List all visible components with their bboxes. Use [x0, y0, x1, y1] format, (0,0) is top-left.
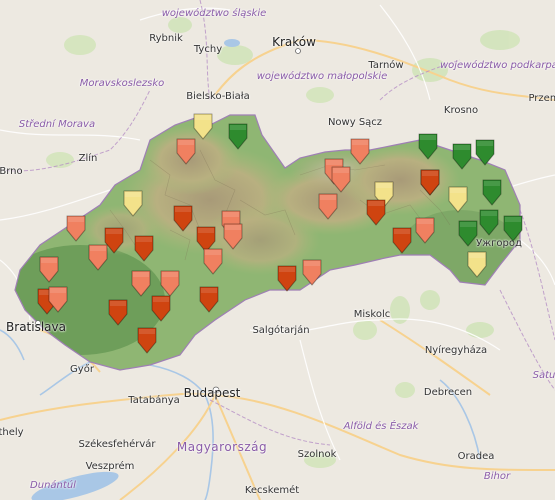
map-marker-dark-green[interactable] [451, 142, 473, 170]
map-marker-dark-green[interactable] [478, 208, 500, 236]
label-nyiregyhaza: Nyíregyháza [424, 345, 488, 356]
label-bielsko-biala: Bielsko-Biała [186, 91, 250, 102]
label-moravskoslezsko: Moravskoslezsko [79, 78, 165, 89]
map-marker-light-orange[interactable] [202, 247, 224, 275]
label-satu: Satu [532, 370, 555, 381]
label-szolnok: Szolnok [297, 449, 337, 460]
label-alfold-es-eszak: Alföld és Észak [343, 421, 419, 432]
map-marker-dark-green[interactable] [457, 219, 479, 247]
map-marker-dark-orange[interactable] [419, 168, 441, 196]
label-thely: thely [0, 427, 24, 438]
map-marker-dark-orange[interactable] [198, 285, 220, 313]
label-wojewodztwo-malopolskie: województwo małopolskie [256, 71, 388, 82]
label-debrecen: Debrecen [423, 387, 473, 398]
map-marker-light-orange[interactable] [330, 165, 352, 193]
map-marker-light-orange[interactable] [65, 214, 87, 242]
map-marker-light-orange[interactable] [222, 222, 244, 250]
map-marker-dark-green[interactable] [481, 178, 503, 206]
map-marker-light-orange[interactable] [301, 258, 323, 286]
map-marker-dark-green[interactable] [417, 132, 439, 160]
map-marker-dark-orange[interactable] [365, 198, 387, 226]
label-tarnow: Tarnów [368, 60, 404, 71]
label-szekesfehervar: Székesfehérvár [78, 439, 156, 450]
label-veszprem: Veszprém [85, 461, 135, 472]
map-marker-dark-orange[interactable] [107, 298, 129, 326]
map-marker-dark-orange[interactable] [172, 204, 194, 232]
label-stredni-morava: Střední Morava [18, 119, 96, 130]
label-tatabanya: Tatabánya [128, 395, 180, 406]
label-wojewodztwo-podkarpackie: województwo podkarpackie [439, 60, 555, 71]
label-nowy-sacz: Nowy Sącz [327, 117, 383, 128]
map-marker-dark-orange[interactable] [133, 234, 155, 262]
map-marker-light-orange[interactable] [349, 137, 371, 165]
map-marker-light-orange[interactable] [130, 269, 152, 297]
map-marker-dark-orange[interactable] [391, 226, 413, 254]
label-miskolc: Miskolc [353, 309, 391, 320]
label-magyarorszag: Magyarország [176, 440, 268, 454]
map-marker-light-orange[interactable] [38, 255, 60, 283]
map-marker-pale-yellow[interactable] [466, 250, 488, 278]
label-tychy: Tychy [193, 44, 223, 55]
label-bihor: Bihor [483, 471, 511, 482]
map-marker-dark-green[interactable] [502, 214, 524, 242]
label-gyor: Győr [70, 364, 94, 375]
map-marker-pale-yellow[interactable] [122, 189, 144, 217]
map-marker-dark-orange[interactable] [276, 264, 298, 292]
label-budapest: Budapest [183, 386, 241, 400]
label-bratislava: Bratislava [6, 320, 66, 334]
label-krosno: Krosno [443, 105, 479, 116]
map-marker-light-orange[interactable] [47, 285, 69, 313]
map-marker-dark-orange[interactable] [150, 294, 172, 322]
label-brno: Brno [0, 166, 23, 177]
label-salgotarjan: Salgótarján [252, 325, 310, 336]
map-marker-light-orange[interactable] [175, 137, 197, 165]
label-dunantul: Dunántúl [30, 480, 76, 491]
map-marker-light-orange[interactable] [414, 216, 436, 244]
map-marker-light-orange[interactable] [87, 243, 109, 271]
label-oradea: Oradea [457, 451, 495, 462]
label-przem: Przem [528, 93, 555, 104]
label-rybnik: Rybnik [149, 33, 183, 44]
label-krakow: Kraków [272, 35, 316, 49]
map-marker-dark-green[interactable] [474, 138, 496, 166]
map-marker-pale-yellow[interactable] [447, 185, 469, 213]
map-viewport[interactable]: województwo śląskie Rybnik Tychy Kraków … [0, 0, 555, 500]
map-marker-dark-orange[interactable] [136, 326, 158, 354]
label-kecskemet: Kecskemét [244, 485, 300, 496]
map-marker-pale-yellow[interactable] [192, 112, 214, 140]
map-marker-dark-green[interactable] [227, 122, 249, 150]
map-marker-light-orange[interactable] [317, 192, 339, 220]
label-zlin: Zlín [78, 153, 98, 164]
map-marker-light-orange[interactable] [159, 269, 181, 297]
label-wojewodztwo-slaskie: województwo śląskie [161, 8, 267, 19]
